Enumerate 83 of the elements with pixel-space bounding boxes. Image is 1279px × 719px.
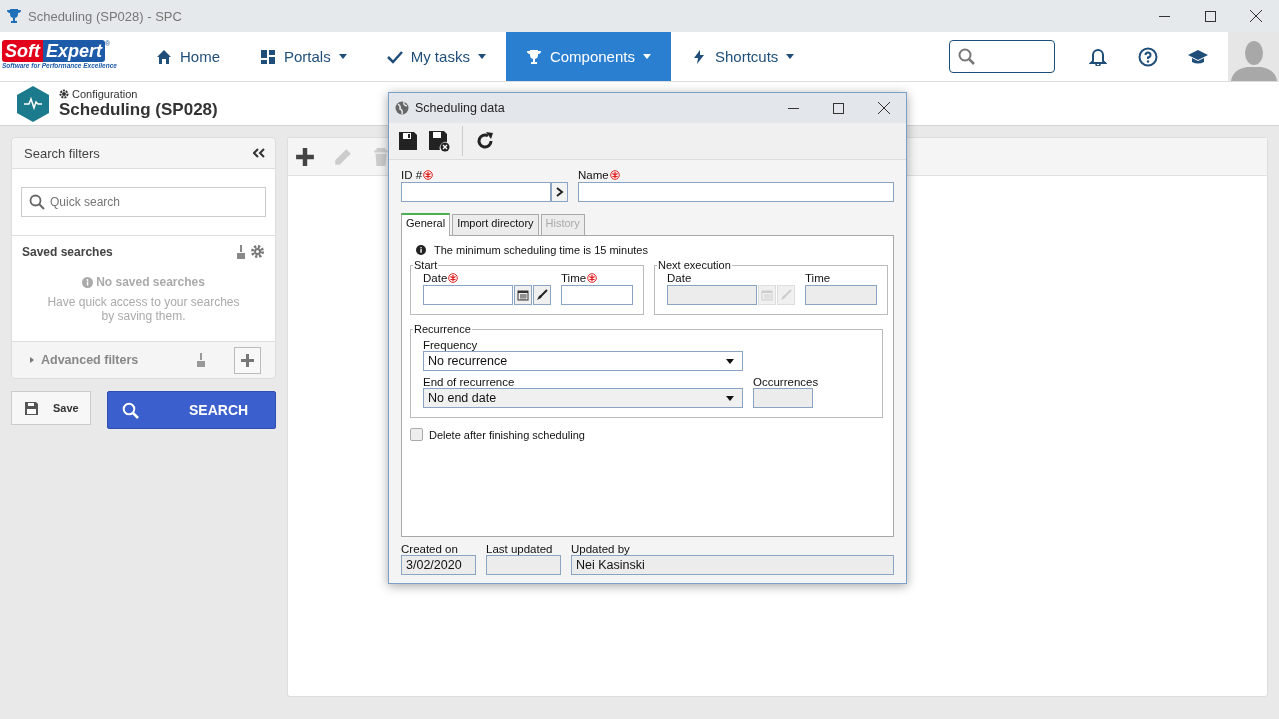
field-label: Last updated	[486, 543, 554, 555]
window-title: Scheduling (SP028) - SPC	[28, 8, 182, 24]
minimize-icon	[1158, 15, 1170, 17]
save-icon[interactable]	[398, 131, 418, 151]
minimize-icon	[788, 107, 799, 109]
broom-icon[interactable]	[236, 244, 246, 259]
panel-title: Search filters	[24, 145, 100, 161]
tab[interactable]: Import directory	[452, 214, 539, 235]
grid-icon	[260, 48, 276, 65]
caret-icon	[726, 395, 734, 401]
field-label: Updated by	[571, 543, 631, 555]
id-label: ID #	[401, 169, 423, 181]
add-filter-button[interactable]	[234, 346, 261, 374]
caret-icon	[726, 358, 734, 364]
occurrences-label: Occurrences	[753, 376, 819, 388]
group-legend: Recurrence	[413, 323, 472, 335]
graduation-cap-icon[interactable]	[1188, 48, 1208, 65]
save-and-close-icon[interactable]	[428, 130, 450, 152]
nav-menu-item[interactable]: Home	[136, 32, 240, 81]
info-icon	[416, 245, 426, 255]
plus-icon[interactable]	[295, 146, 315, 167]
avatar-icon[interactable]	[1230, 39, 1277, 81]
end-of-recurrence-dropdown[interactable]: No end date	[423, 388, 743, 408]
nav-menu-item[interactable]: My tasks	[366, 32, 506, 81]
search-button[interactable]: SEARCH	[107, 391, 276, 429]
end-of-recurrence-label: End of recurrence	[423, 376, 516, 388]
close-icon	[1250, 10, 1262, 22]
empty-state-title: No saved searches	[96, 275, 205, 289]
collapse-icon[interactable]	[253, 148, 265, 158]
info-icon	[82, 276, 94, 288]
logo-text: Soft	[2, 40, 43, 62]
plus-icon	[241, 353, 254, 367]
time-field[interactable]	[561, 285, 633, 305]
calendar-icon	[761, 289, 773, 301]
save-button[interactable]: Save	[11, 391, 91, 425]
checkbox-label: Delete after finishing scheduling	[429, 428, 585, 441]
name-field[interactable]	[578, 182, 894, 202]
chevron-right-icon	[555, 187, 564, 197]
calendar-icon	[517, 289, 529, 301]
search-field[interactable]	[949, 40, 1055, 73]
hexagon-icon	[17, 85, 49, 122]
date-field[interactable]	[423, 285, 513, 305]
info-text: The minimum scheduling time is 15 minutes	[434, 244, 648, 256]
page-title: Scheduling (SP028)	[59, 99, 218, 120]
time-label: Time	[561, 272, 587, 284]
tab[interactable]: General	[401, 213, 451, 236]
next-button[interactable]	[551, 182, 568, 202]
time-label: Time	[805, 272, 831, 284]
dialog-title: Scheduling data	[415, 101, 505, 115]
checkbox[interactable]	[410, 428, 423, 441]
frequency-label: Frequency	[423, 339, 479, 351]
group-legend: Next execution	[657, 259, 732, 271]
nav-menu-item[interactable]: Portals	[240, 32, 367, 81]
section-title: Saved searches	[22, 244, 113, 259]
close-icon	[877, 102, 890, 114]
trophy-icon	[525, 48, 542, 65]
name-label: Name	[578, 169, 609, 181]
frequency-dropdown[interactable]: No recurrence	[423, 351, 743, 371]
trophy-icon	[6, 8, 22, 24]
breadcrumb: Configuration	[72, 87, 138, 100]
nav-menu-item[interactable]: Components	[505, 32, 671, 81]
field-label: Created on	[401, 543, 459, 555]
date-label: Date	[423, 272, 448, 284]
bell-icon[interactable]	[1089, 47, 1107, 66]
date-label: Date	[667, 272, 692, 284]
clear-button[interactable]	[533, 285, 551, 305]
maximize-icon	[1204, 10, 1216, 22]
help-icon[interactable]	[1138, 46, 1158, 67]
settings-icon[interactable]	[250, 244, 265, 259]
id-field[interactable]	[401, 182, 551, 202]
logo-text: Expert	[43, 40, 106, 62]
search-icon	[122, 401, 139, 419]
calendar-button[interactable]	[514, 285, 532, 305]
nav-menu-item[interactable]: Shortcuts	[670, 32, 815, 81]
quick-search-field[interactable]: Quick search	[21, 187, 266, 217]
broom-icon[interactable]	[196, 353, 206, 367]
search-icon	[958, 48, 975, 65]
house-icon	[156, 48, 172, 65]
empty-state-text: Have quick access to your searches by saving them.	[46, 295, 241, 323]
globe-icon	[395, 101, 409, 115]
group-legend: Start	[413, 259, 439, 271]
refresh-icon[interactable]	[475, 131, 495, 151]
maximize-icon	[833, 102, 844, 114]
